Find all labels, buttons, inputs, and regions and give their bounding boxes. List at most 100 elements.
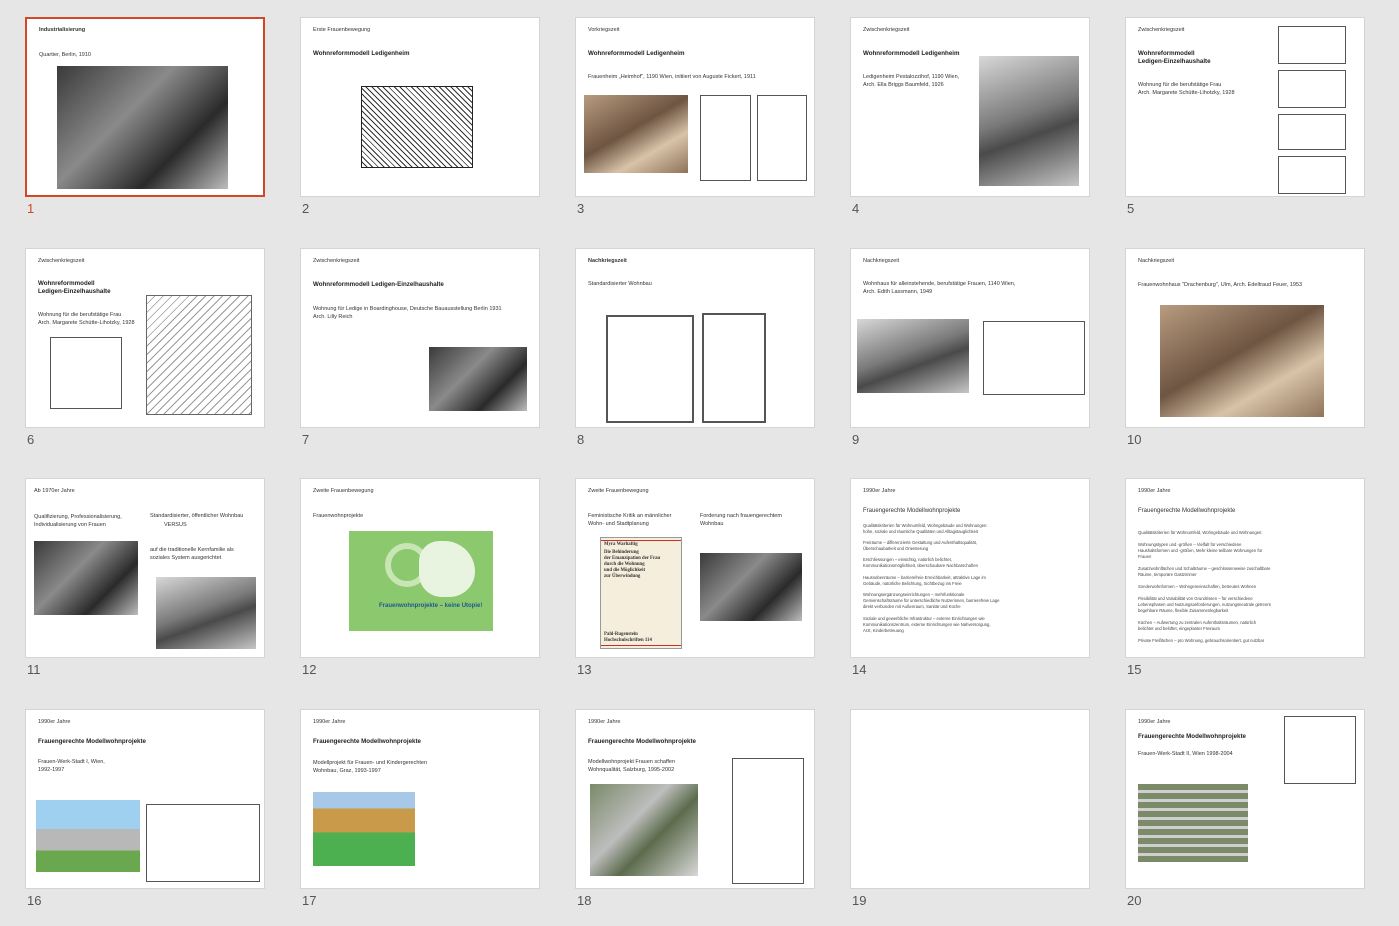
slide-section-label: 1990er Jahre [1138,719,1171,725]
slide-caption: Wohnung für Ledige in Boardinghouse, Deu… [313,306,502,312]
slide-number: 18 [577,893,592,908]
floor-plan-image [1278,156,1346,194]
slide-thumbnail-17[interactable]: 1990er Jahre Frauengerechte Modellwohnpr… [300,709,540,889]
slide-caption: Wohnung für die berufstätige Frau [38,312,122,318]
slide-caption: Wohnhaus für alleinstehende, berufstätig… [863,281,1016,287]
slide-title: Wohnreformmodell [38,280,95,287]
slide-thumbnail-9[interactable]: Nachkriegszeit Wohnhaus für alleinstehen… [850,248,1090,428]
slide-section-label: Zwischenkriegszeit [1138,27,1185,33]
slide-number: 13 [577,662,592,677]
slide-number: 20 [1127,893,1142,908]
slide-caption: Arch. Lilly Reich [313,314,353,320]
slide-caption: 1992-1997 [38,767,65,773]
slide-caption: Frauenwohnhaus "Drachenburg", Ulm, Arch.… [1138,282,1303,288]
slide-number: 12 [302,662,317,677]
slide-thumbnail-10[interactable]: Nachkriegszeit Frauenwohnhaus "Drachenbu… [1125,248,1365,428]
slide-title: Wohnreformmodell [1138,50,1195,57]
slide-thumbnail-14[interactable]: 1990er Jahre Frauengerechte Modellwohnpr… [850,478,1090,658]
slide-thumbnail-3[interactable]: Vorkriegszeit Wohnreformmodell Ledigenhe… [575,17,815,197]
slide-number: 10 [1127,432,1142,447]
slide-thumbnail-13[interactable]: Zweite Frauenbewegung Feministische Krit… [575,478,815,658]
book-cover: Frauenwohnprojekte – keine Utopie! [349,531,493,631]
slide-title: Frauengerechte Modellwohnprojekte [588,738,696,745]
slide-thumbnail-15[interactable]: 1990er Jahre Frauengerechte Modellwohnpr… [1125,478,1365,658]
aerial-photo [590,784,698,876]
slide-title: Wohnreformmodell Ledigenheim [313,50,410,57]
slide-section-label: Ab 1970er Jahre [34,488,75,494]
slide-title: Frauengerechte Modellwohnprojekte [1138,733,1246,740]
slide-number: 4 [852,201,860,216]
slide-body-line: Kommunikationsmöglichkeit, überschaubare… [863,563,978,568]
slide-thumbnail-16[interactable]: 1990er Jahre Frauengerechte Modellwohnpr… [25,709,265,889]
slide-number: 2 [302,201,310,216]
slide-section-label: Nachkriegszeit [588,258,627,264]
isometric-drawing [146,295,252,415]
floor-plan-image [50,337,122,409]
slide-photo [584,95,688,173]
slide-photo [429,347,527,411]
slide-thumbnail-12[interactable]: Zweite Frauenbewegung Frauenwohnprojekte… [300,478,540,658]
slide-thumbnail-1[interactable]: Industrialisierung Quartier, Berlin, 191… [25,17,265,197]
slide-caption: Arch. Edith Lassmann, 1949 [863,289,933,295]
slide-photo [1160,305,1324,417]
floor-plan-image [1278,114,1346,150]
slide-number: 19 [852,893,867,908]
slide-number: 17 [302,893,317,908]
floor-plan-image [1278,26,1346,64]
slide-body-line: Gebäude, natürliche Belichtung, Sichtbez… [863,581,962,586]
slide-caption: Ledigenheim Pestalozzihof, 1190 Wien, [863,74,960,80]
slide-caption: Standardisierter Wohnbau [588,281,652,287]
slide-photo [156,577,256,649]
slide-text: Wohnbau [700,521,724,527]
slide-text: Qualifizierung, Professionalisierung, [34,514,122,520]
slide-caption: Wohnbau, Graz, 1993-1997 [313,768,381,774]
slide-thumbnail-4[interactable]: Zwischenkriegszeit Wohnreformmodell Ledi… [850,17,1090,197]
slide-number: 14 [852,662,867,677]
slide-thumbnail-11[interactable]: Ab 1970er Jahre Qualifizierung, Professi… [25,478,265,658]
slide-thumbnail-5[interactable]: Zwischenkriegszeit Wohnreformmodell Ledi… [1125,17,1365,197]
slide-text: Forderung nach frauengerechtem [700,513,782,519]
slide-photo [1138,784,1248,862]
slide-photo [36,800,140,872]
slide-section-label: 1990er Jahre [588,719,621,725]
slide-thumbnail-7[interactable]: Zwischenkriegszeit Wohnreformmodell Ledi… [300,248,540,428]
slide-thumbnail-2[interactable]: Erste Frauenbewegung Wohnreformmodell Le… [300,17,540,197]
slide-caption: Frauenheim „Heimhof", 1190 Wien, initiie… [588,74,756,80]
map-shape [419,541,475,597]
slide-text: Feministische Kritik an männlicher [588,513,672,519]
slide-section-label: 1990er Jahre [863,488,896,494]
slide-body-line: hohe, soziale und räumliche Qualitäten u… [863,529,978,534]
slide-versus: VERSUS [164,522,187,528]
slide-caption: Frauen-Werk-Stadt I, Wien, [38,759,105,765]
slide-thumbnail-6[interactable]: Zwischenkriegszeit Wohnreformmodell Ledi… [25,248,265,428]
slide-number: 15 [1127,662,1142,677]
floor-plan-image [757,95,807,181]
slide-number: 8 [577,432,585,447]
slide-thumbnail-18[interactable]: 1990er Jahre Frauengerechte Modellwohnpr… [575,709,815,889]
slide-text: soziales System ausgerichtet [150,555,222,561]
slide-title: Frauengerechte Modellwohnprojekte [1138,508,1236,514]
slide-title: Frauengerechte Modellwohnprojekte [38,738,146,745]
book-author: Myra Warhaftig [604,542,638,547]
slide-body-line: Private Freiflächen – pro Wohnung, gebra… [1138,638,1265,643]
slide-section-label: Zweite Frauenbewegung [313,488,374,494]
slide-caption: Arch. Margarete Schütte-Lihotzky, 1928 [38,320,135,326]
book-cover: Myra Warhaftig Die Behinderung der Emanz… [600,537,682,649]
slide-thumbnail-20[interactable]: 1990er Jahre Frauengerechte Modellwohnpr… [1125,709,1365,889]
slide-body-line: Frauen [1138,554,1152,559]
slide-photo [857,319,969,393]
floor-plan-image [1278,70,1346,108]
slide-title: Ledigen-Einzelhaushalte [1138,58,1211,65]
floor-plan-image [702,313,766,423]
slide-number: 6 [27,432,35,447]
slide-body-line: belichtet und belüftet, eingeplanter Fre… [1138,626,1220,631]
slide-text: auf die traditionelle Kernfamilie als [150,547,234,553]
slide-title: Frauengerechte Modellwohnprojekte [313,738,421,745]
slide-thumbnail-19[interactable] [850,709,1090,889]
slide-illustration [361,86,473,168]
slide-thumbnail-8[interactable]: Nachkriegszeit Standardisierter Wohnbau [575,248,815,428]
floor-plan-image [1284,716,1356,784]
floor-plan-image [732,758,804,884]
slide-number: 3 [577,201,585,216]
slide-text: Individualisierung von Frauen [34,522,106,528]
